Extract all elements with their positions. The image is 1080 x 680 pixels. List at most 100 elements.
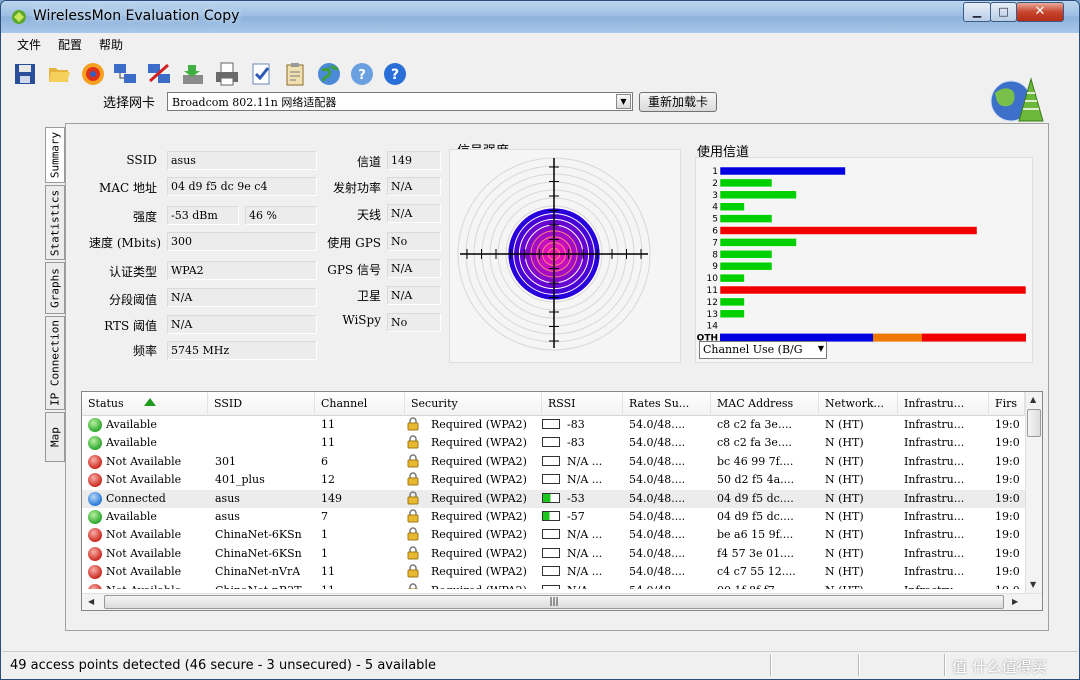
clipboard-icon[interactable] [282, 61, 308, 87]
cell-network: N (HT) [825, 473, 864, 487]
status-indicator-icon [88, 583, 102, 589]
check-document-icon[interactable] [248, 61, 274, 87]
menu-file[interactable]: 文件 [17, 36, 41, 53]
rssi-bar [542, 584, 560, 589]
channel-label: 9 [712, 262, 718, 272]
column-network[interactable]: Network... [819, 392, 898, 416]
cell-status: Not Available [106, 528, 182, 542]
table-row[interactable]: Not Available ChinaNet-6KSn 1 Required (WPA… [82, 545, 1025, 563]
cell-first-seen: 19:0 [995, 473, 1020, 487]
table-row[interactable]: Available 11 Required (WPA2) -83 54.0/48....… [82, 416, 1025, 434]
satellite-value: N/A [387, 286, 441, 305]
rssi-bar [542, 511, 560, 521]
scroll-left-icon[interactable]: ◀ [88, 597, 94, 606]
minimize-button[interactable]: ▁ [963, 2, 991, 22]
cell-rates: 54.0/48.... [629, 546, 686, 560]
status-indicator-icon [88, 436, 102, 451]
save-icon[interactable] [12, 61, 38, 87]
scroll-down-icon[interactable]: ▼ [1030, 580, 1036, 589]
maximize-button[interactable]: □ [990, 2, 1017, 22]
table-row[interactable]: Not Available 301 6 Required (WPA2) N/A ... 5… [82, 453, 1025, 471]
cell-rates: 54.0/48.... [629, 491, 686, 505]
cell-infrastructure: Infrastru... [904, 546, 965, 560]
channel-bar [719, 202, 745, 211]
frag-value: N/A [167, 288, 317, 307]
column-rssi[interactable]: RSSI [542, 392, 623, 416]
vertical-scroll-thumb[interactable] [1027, 409, 1041, 437]
freq-value: 5745 MHz [167, 341, 317, 360]
tab-graphs[interactable]: Graphs [45, 262, 65, 314]
tab-ip-connection[interactable]: IP Connection [45, 316, 65, 410]
target-icon[interactable] [80, 61, 106, 87]
cell-rssi: -83 [567, 418, 585, 431]
title-bar[interactable]: WirelessMon Evaluation Copy ▁ □ ✕ [1, 1, 1079, 33]
menu-config[interactable]: 配置 [58, 36, 82, 53]
column-channel[interactable]: Channel [315, 392, 405, 416]
tab-summary[interactable]: Summary [45, 127, 65, 183]
reload-card-button[interactable]: 重新加载卡 [639, 92, 717, 112]
tab-statistics[interactable]: Statistics [45, 185, 65, 260]
cell-mac: c4 c7 55 12.... [717, 565, 796, 579]
table-row[interactable]: Not Available ChinaNet-nVrA 11 Required (WP… [82, 563, 1025, 581]
column-ssid[interactable]: SSID [208, 392, 315, 416]
horizontal-scroll-thumb[interactable]: ||| [104, 595, 1004, 609]
rssi-bar [542, 455, 560, 466]
channel-bar [719, 273, 745, 283]
help-icon[interactable]: ? [382, 61, 408, 87]
watermark: 值 什么值得买 [952, 658, 1047, 676]
channel-label: 信道 [356, 155, 381, 169]
status-text: 49 access points detected (46 secure - 3… [10, 658, 437, 673]
column-first-seen[interactable]: Firs [989, 392, 1025, 416]
open-folder-icon[interactable] [46, 61, 72, 87]
menu-help[interactable]: 帮助 [99, 36, 123, 53]
network-adapters-icon[interactable] [112, 61, 138, 87]
channel-use-select-value: Channel Use (B/G [703, 343, 803, 356]
print-icon[interactable] [214, 61, 240, 87]
table-row[interactable]: Not Available ChinaNet-6KSn 1 Required (WPA… [82, 526, 1025, 544]
globe-icon[interactable] [316, 61, 342, 87]
scroll-right-icon[interactable]: ▶ [1012, 597, 1018, 606]
cell-network: N (HT) [825, 546, 864, 560]
cell-status: Not Available [106, 584, 181, 589]
cell-mac: 00 1f 8f f7.... [717, 584, 789, 589]
close-button[interactable]: ✕ [1016, 2, 1064, 22]
status-indicator-icon [88, 454, 102, 469]
vertical-scrollbar[interactable]: ▲ ▼ [1025, 392, 1042, 593]
channel-label: 2 [712, 179, 718, 189]
cell-channel: 11 [321, 436, 335, 450]
lock-icon [407, 435, 419, 449]
table-row[interactable]: Connected asus 149 Required (WPA2) -53 54.0/4… [82, 489, 1025, 508]
cell-rates: 54.0/48.... [629, 418, 686, 431]
scroll-up-icon[interactable]: ▲ [1030, 395, 1036, 404]
cell-rssi: -83 [567, 436, 585, 450]
freq-label: 频率 [132, 344, 157, 358]
network-adapters-red-icon[interactable] [146, 61, 172, 87]
column-rates[interactable]: Rates Su... [623, 392, 711, 416]
column-infrastructure[interactable]: Infrastru... [898, 392, 989, 416]
channel-bar-segment [873, 333, 922, 342]
status-indicator-icon [88, 546, 102, 561]
chevron-down-icon[interactable]: ▼ [616, 94, 631, 109]
table-row[interactable]: Available 11 Required (WPA2) -83 54.0/48....… [82, 434, 1025, 452]
cell-status: Not Available [106, 546, 182, 560]
nic-select[interactable]: Broadcom 802.11n 网络适配器 ▼ [167, 92, 633, 111]
column-status[interactable]: Status [82, 392, 208, 416]
table-row[interactable]: Not Available 401_plus 12 Required (WPA2) N/… [82, 471, 1025, 489]
cell-ssid: 301 [215, 454, 236, 468]
cell-first-seen: 19:0 [995, 510, 1020, 523]
cell-ssid: ChinaNet-nVrA [215, 565, 301, 579]
tab-map[interactable]: Map [45, 412, 65, 462]
cell-rssi: -53 [567, 491, 585, 505]
cell-infrastructure: Infrastru... [904, 418, 965, 431]
export-icon[interactable] [180, 61, 206, 87]
horizontal-scrollbar[interactable]: ◀ ||| ▶ [82, 593, 1042, 610]
app-icon [12, 10, 26, 24]
column-security[interactable]: Security [405, 392, 542, 416]
table-row[interactable]: Available asus 7 Required (WPA2) -57 54.0/48.… [82, 508, 1025, 526]
help-globe-icon[interactable]: ? [349, 61, 375, 87]
table-row[interactable]: Not Available ChinaNet-nR2T 11 Required (WP… [82, 582, 1025, 589]
cell-rates: 54.0/48.... [629, 528, 686, 542]
channel-use-select[interactable]: Channel Use (B/G ▼ [699, 341, 827, 359]
signal-strength-panel [449, 149, 681, 363]
column-mac[interactable]: MAC Address [711, 392, 819, 416]
